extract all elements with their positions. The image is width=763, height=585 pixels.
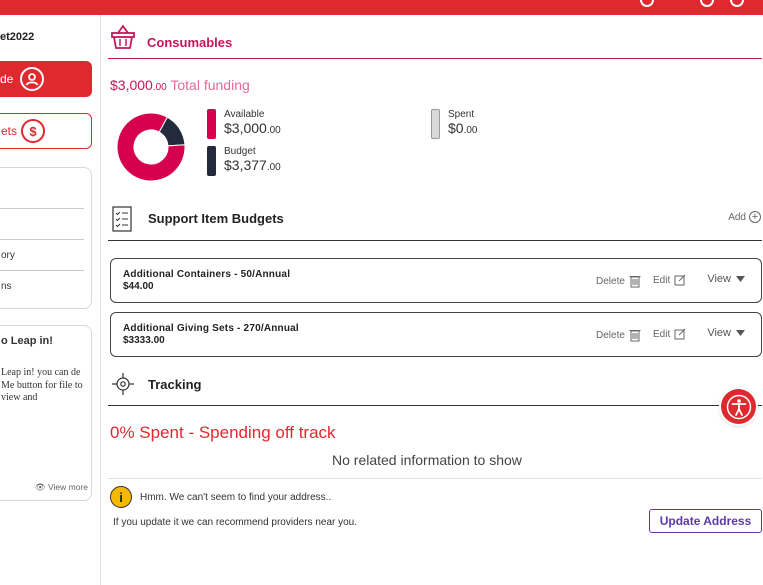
spent-dollars: $0 xyxy=(448,120,464,136)
guide-me-button[interactable]: de xyxy=(0,61,92,97)
guide-me-label: de xyxy=(0,72,14,86)
dollar-circle-icon: $ xyxy=(21,119,45,143)
main-content: Consumables $3,000.00 Total funding Avai… xyxy=(101,15,763,585)
info-warning-icon: i xyxy=(110,486,132,508)
view-label: View xyxy=(707,327,731,339)
view-label: View xyxy=(707,273,731,285)
delete-button[interactable]: Delete xyxy=(596,274,641,288)
sidebar-item-plans[interactable]: ns xyxy=(1,281,12,292)
eye-icon: 👁 xyxy=(34,482,46,492)
sidebar: et2022 de ets $ ory ns o Leap in! Leap i… xyxy=(0,15,101,585)
support-item-amount: $44.00 xyxy=(123,281,154,292)
delete-label: Delete xyxy=(596,329,625,341)
address-divider xyxy=(108,478,762,479)
spent-swatch xyxy=(431,109,440,139)
spent-label: Spent xyxy=(448,109,475,120)
tracking-divider xyxy=(108,405,762,406)
trash-icon xyxy=(629,276,641,288)
spent-cents: .00 xyxy=(463,125,478,136)
sidebar-item-history[interactable]: ory xyxy=(1,250,15,261)
leap-in-title: o Leap in! xyxy=(1,335,53,347)
support-items-title: Support Item Budgets xyxy=(148,211,284,226)
address-missing-message: Hmm. We can't seem to find your address.… xyxy=(140,492,332,503)
tracking-title: Tracking xyxy=(148,377,202,392)
edit-label: Edit xyxy=(653,274,671,286)
profile-icon[interactable] xyxy=(730,0,744,7)
edit-button[interactable]: Edit xyxy=(653,328,686,340)
address-hint: If you update it we can recommend provid… xyxy=(113,517,358,528)
edit-button[interactable]: Edit xyxy=(653,274,686,286)
consumables-title: Consumables xyxy=(147,35,233,50)
total-funding-amount: $3,000 xyxy=(110,77,153,93)
available-dollars: $3,000 xyxy=(224,120,267,136)
sidebar-menu: ory ns xyxy=(0,167,92,309)
available-value: $3,000.00 xyxy=(224,120,281,136)
leap-in-card: o Leap in! Leap in! you can de Me button… xyxy=(0,325,92,501)
update-address-button[interactable]: Update Address xyxy=(649,509,762,533)
support-item-name: Additional Containers - 50/Annual xyxy=(123,269,291,280)
total-funding-cents: .00 xyxy=(152,82,167,93)
help-icon[interactable] xyxy=(700,0,714,7)
plan-name: et2022 xyxy=(0,31,35,43)
view-more-link[interactable]: 👁 View more xyxy=(35,482,88,492)
view-button[interactable]: View xyxy=(707,273,745,285)
support-item-card: Additional Giving Sets - 270/Annual $333… xyxy=(110,312,762,357)
support-item-amount: $3333.00 xyxy=(123,335,165,346)
trash-icon xyxy=(629,330,641,342)
support-item-name: Additional Giving Sets - 270/Annual xyxy=(123,323,299,334)
total-funding: $3,000.00 Total funding xyxy=(110,77,250,93)
menu-divider xyxy=(0,270,84,271)
checklist-icon xyxy=(112,206,132,237)
budgets-button[interactable]: ets $ xyxy=(0,113,92,149)
budget-value: $3,377.00 xyxy=(224,157,281,173)
edit-label: Edit xyxy=(653,328,671,340)
available-swatch xyxy=(207,109,216,139)
delete-button[interactable]: Delete xyxy=(596,328,641,342)
add-support-item-button[interactable]: Add + xyxy=(728,211,761,223)
support-items-divider xyxy=(108,240,762,241)
user-circle-icon xyxy=(20,67,44,91)
budget-swatch xyxy=(207,146,216,176)
available-label: Available xyxy=(224,109,265,120)
chevron-down-icon xyxy=(736,330,745,336)
available-cents: .00 xyxy=(266,125,281,136)
notification-icon[interactable] xyxy=(640,0,654,7)
crosshair-icon xyxy=(112,373,134,400)
no-related-info: No related information to show xyxy=(332,452,522,468)
budget-dollars: $3,377 xyxy=(224,157,267,173)
leap-in-body: Leap in! you can de Me button for file t… xyxy=(1,367,83,403)
top-app-bar xyxy=(0,0,763,15)
plus-circle-icon: + xyxy=(749,211,761,223)
view-button[interactable]: View xyxy=(707,327,745,339)
budgets-label: ets xyxy=(1,124,18,138)
budget-label: Budget xyxy=(224,146,256,157)
basket-icon xyxy=(110,24,136,55)
edit-icon xyxy=(674,274,686,286)
consumables-divider xyxy=(108,58,762,59)
menu-divider xyxy=(0,208,84,209)
budget-cents: .00 xyxy=(266,162,281,173)
funding-donut-chart xyxy=(116,112,186,182)
chevron-down-icon xyxy=(736,276,745,282)
view-more-label: View more xyxy=(48,482,88,492)
accessibility-icon[interactable] xyxy=(721,389,756,424)
total-funding-label: Total funding xyxy=(170,77,250,93)
add-label: Add xyxy=(728,211,746,223)
menu-divider xyxy=(0,239,84,240)
tracking-status: 0% Spent - Spending off track xyxy=(110,423,336,442)
delete-label: Delete xyxy=(596,275,625,287)
spent-value: $0.00 xyxy=(448,120,477,136)
support-item-card: Additional Containers - 50/Annual $44.00… xyxy=(110,258,762,303)
edit-icon xyxy=(674,328,686,340)
